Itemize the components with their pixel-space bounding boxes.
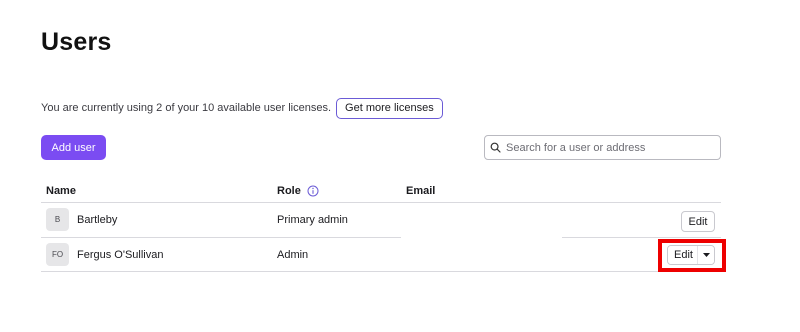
user-role: Primary admin [277, 214, 348, 226]
caret-down-icon [702, 253, 710, 257]
avatar: FO [46, 243, 69, 266]
avatar: B [46, 208, 69, 231]
header-divider [41, 202, 721, 203]
search-input[interactable] [506, 141, 711, 154]
license-info: You are currently using 2 of your 10 ava… [41, 97, 443, 119]
edit-dropdown-toggle[interactable] [697, 246, 714, 264]
edit-button[interactable]: Edit [681, 211, 715, 232]
column-header-role: Role [277, 184, 319, 198]
user-name: Bartleby [77, 214, 118, 226]
edit-split-button: Edit [667, 245, 715, 265]
row-divider [41, 237, 401, 238]
column-header-email: Email [406, 185, 436, 197]
user-name: Fergus O'Sullivan [77, 249, 164, 261]
search-icon [490, 142, 501, 153]
row-divider [41, 271, 721, 272]
edit-button[interactable]: Edit [668, 246, 697, 264]
column-header-name[interactable]: Name [46, 184, 76, 198]
license-usage-text: You are currently using 2 of your 10 ava… [41, 102, 332, 114]
add-user-button[interactable]: Add user [41, 135, 106, 160]
page-title: Users [41, 28, 112, 56]
get-more-licenses-button[interactable]: Get more licenses [336, 97, 443, 119]
user-role: Admin [277, 249, 309, 261]
row-divider [562, 237, 721, 238]
search-box[interactable] [484, 135, 721, 160]
column-header-role-label: Role [277, 185, 301, 197]
users-page: Users You are currently using 2 of your … [0, 0, 800, 332]
info-icon[interactable] [307, 185, 319, 197]
